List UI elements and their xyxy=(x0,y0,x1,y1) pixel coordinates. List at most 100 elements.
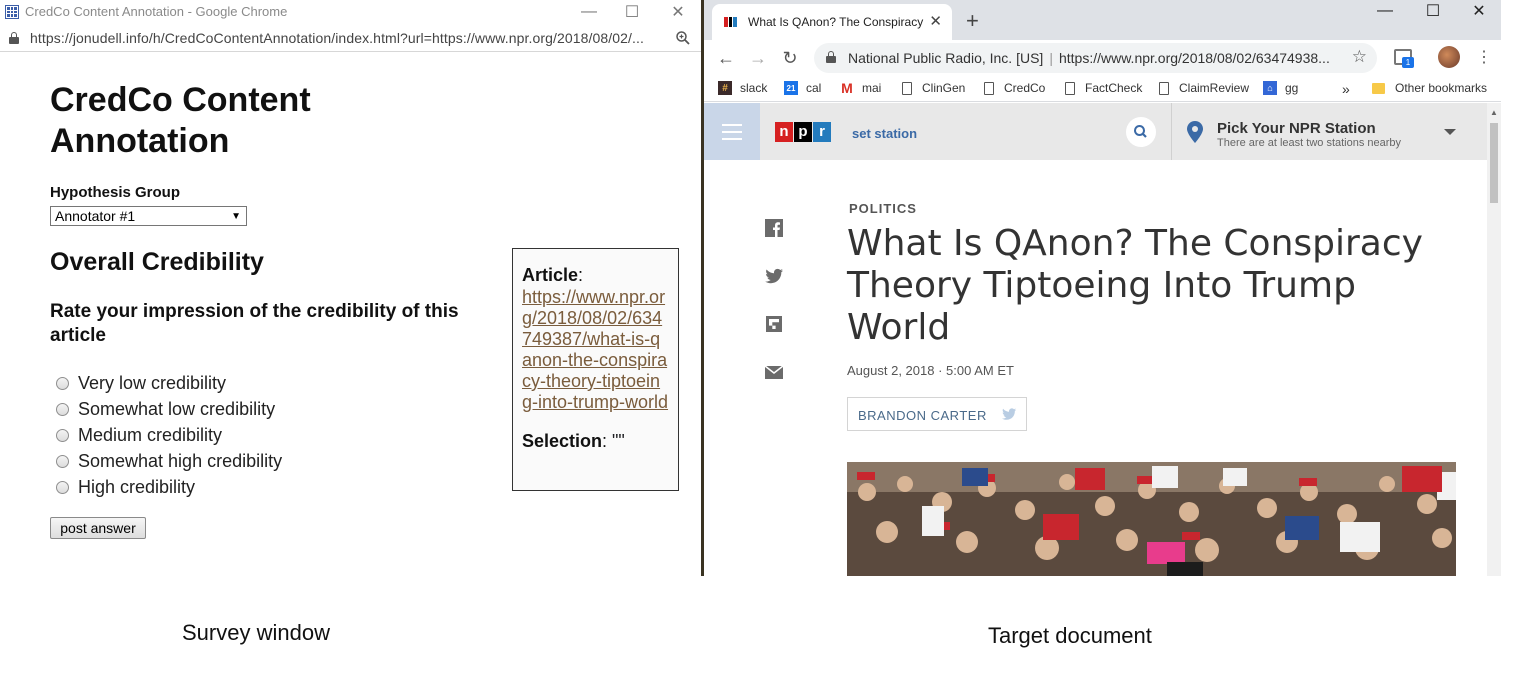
browser-toolbar: ← → ↻ National Public Radio, Inc. [US] | h… xyxy=(704,40,1501,76)
bookmark-mail[interactable]: Mmai xyxy=(840,80,881,96)
gmail-icon: M xyxy=(841,80,853,96)
reload-icon[interactable]: ↻ xyxy=(778,46,802,70)
option-high[interactable]: High credibility xyxy=(56,474,282,500)
survey-address-bar[interactable]: https://jonudell.info/h/CredCoContentAnn… xyxy=(0,24,702,52)
npr-logo[interactable]: n p r xyxy=(775,122,832,142)
flipboard-icon[interactable] xyxy=(764,314,784,334)
page-title: CredCo Content Annotation xyxy=(50,81,311,160)
radio-button[interactable] xyxy=(56,454,69,468)
article-label: Article xyxy=(522,265,579,285)
header-separator xyxy=(1171,103,1172,160)
hamburger-menu-icon[interactable] xyxy=(704,103,760,160)
caption-survey-window: Survey window xyxy=(182,620,330,645)
address-url[interactable]: https://jonudell.info/h/CredCoContentAnn… xyxy=(30,30,644,46)
profile-avatar[interactable] xyxy=(1438,46,1460,68)
back-arrow-icon[interactable]: ← xyxy=(714,46,738,70)
extension-badge: 1 xyxy=(1402,57,1414,68)
option-label: Somewhat high credibility xyxy=(78,450,283,471)
option-somewhat-high[interactable]: Somewhat high credibility xyxy=(56,448,282,474)
option-label: High credibility xyxy=(78,476,196,497)
option-very-low[interactable]: Very low credibility xyxy=(56,370,282,396)
radio-button[interactable] xyxy=(56,376,69,390)
tab-close-icon[interactable]: ✕ xyxy=(929,12,942,30)
email-icon[interactable] xyxy=(764,362,784,382)
lock-icon xyxy=(9,32,19,44)
article-headline: What Is QAnon? The Conspiracy Theory Tip… xyxy=(847,223,1423,348)
pick-station-title[interactable]: Pick Your NPR Station xyxy=(1217,120,1376,137)
close-icon[interactable]: ✕ xyxy=(655,0,701,24)
radio-button[interactable] xyxy=(56,428,69,442)
question-text: Rate your impression of the credibility … xyxy=(50,301,459,346)
bookmark-slack[interactable]: # slack xyxy=(718,81,767,95)
caption-target-document: Target document xyxy=(988,623,1152,648)
bookmark-star-icon[interactable]: ☆ xyxy=(1352,47,1367,67)
article-info-box: Article: https://www.npr.org/2018/08/02/… xyxy=(512,248,679,491)
bookmark-gg[interactable]: ⌂ gg xyxy=(1263,81,1298,95)
scroll-up-icon[interactable]: ▲ xyxy=(1490,108,1498,117)
set-station-link[interactable]: set station xyxy=(852,126,917,141)
bookmark-credco[interactable]: CredCo xyxy=(984,81,1045,95)
bookmark-cal[interactable]: 21 cal xyxy=(784,81,821,95)
bookmark-other[interactable]: Other bookmarks xyxy=(1372,81,1487,95)
selection-label: Selection xyxy=(522,431,603,451)
option-label: Somewhat low credibility xyxy=(78,398,276,419)
bookmarks-overflow[interactable]: » xyxy=(1342,81,1350,97)
forward-arrow-icon[interactable]: → xyxy=(746,46,770,70)
search-icon xyxy=(1134,125,1147,138)
npr-article-page: n p r set station Pick Your NPR Station … xyxy=(704,103,1487,576)
page-icon xyxy=(1065,81,1075,95)
window-title: CredCo Content Annotation - Google Chrom… xyxy=(25,4,288,19)
npr-header: n p r set station Pick Your NPR Station … xyxy=(704,103,1487,160)
twitter-icon[interactable] xyxy=(1000,406,1018,422)
option-somewhat-low[interactable]: Somewhat low credibility xyxy=(56,396,282,422)
location-pin-icon xyxy=(1187,121,1203,143)
lock-icon xyxy=(826,51,836,63)
group-select-value: Annotator #1 xyxy=(55,208,136,224)
option-label: Medium credibility xyxy=(78,424,223,445)
tab-strip: What Is QAnon? The Conspiracy ✕ + — ☐ ✕ xyxy=(704,0,1501,40)
section-kicker[interactable]: POLITICS xyxy=(849,201,917,216)
radio-button[interactable] xyxy=(56,402,69,416)
radio-button[interactable] xyxy=(56,480,69,494)
new-tab-icon[interactable]: + xyxy=(966,8,979,34)
tab-title: What Is QAnon? The Conspiracy xyxy=(748,15,924,29)
zoom-icon[interactable] xyxy=(676,31,690,45)
page-icon xyxy=(1159,81,1169,95)
omnibox-url: https://www.npr.org/2018/08/02/63474938.… xyxy=(1058,50,1330,66)
option-medium[interactable]: Medium credibility xyxy=(56,422,282,448)
scroll-thumb[interactable] xyxy=(1490,123,1498,203)
app-grid-icon xyxy=(5,5,19,19)
twitter-icon[interactable] xyxy=(764,266,784,286)
folder-icon xyxy=(1372,82,1385,94)
selection-row: Selection: "" xyxy=(522,431,625,451)
calendar-icon: 21 xyxy=(784,81,798,95)
bookmark-claimreview[interactable]: ClaimReview xyxy=(1159,81,1249,95)
minimize-icon[interactable]: — xyxy=(1362,0,1408,22)
caret-down-icon[interactable] xyxy=(1444,129,1456,135)
byline-author[interactable]: BRANDON CARTER xyxy=(858,408,987,423)
close-icon[interactable]: ✕ xyxy=(1456,0,1501,22)
maximize-icon[interactable]: ☐ xyxy=(1410,0,1456,22)
bookmark-clingen[interactable]: ClinGen xyxy=(902,81,965,95)
byline-box[interactable]: BRANDON CARTER xyxy=(847,397,1027,431)
section-title: Overall Credibility xyxy=(50,248,264,276)
page-scrollbar[interactable]: ▲ xyxy=(1487,103,1501,576)
survey-window: CredCo Content Annotation - Google Chrom… xyxy=(0,0,702,576)
bookmark-factcheck[interactable]: FactCheck xyxy=(1065,81,1142,95)
search-button[interactable] xyxy=(1126,117,1156,147)
minimize-icon[interactable]: — xyxy=(566,0,612,24)
facebook-icon[interactable] xyxy=(764,218,784,238)
maximize-icon[interactable]: ☐ xyxy=(609,0,655,24)
slack-icon: # xyxy=(718,81,732,95)
omnibox-org: National Public Radio, Inc. [US] xyxy=(848,50,1044,66)
menu-kebab-icon[interactable]: ⋮ xyxy=(1476,47,1492,67)
tab-npr-article[interactable]: What Is QAnon? The Conspiracy ✕ xyxy=(712,4,952,40)
omnibox[interactable]: National Public Radio, Inc. [US] | https:/… xyxy=(814,43,1377,73)
post-answer-button[interactable]: post answer xyxy=(50,517,146,539)
omnibox-text[interactable]: National Public Radio, Inc. [US] | https:/… xyxy=(848,50,1330,66)
article-dateline: August 2, 2018 · 5:00 AM ET xyxy=(847,363,1014,378)
rally-crowd-image xyxy=(847,462,1456,576)
select-arrow-icon: ▼ xyxy=(231,211,241,222)
group-select[interactable]: Annotator #1 ▼ xyxy=(50,206,247,226)
article-link[interactable]: https://www.npr.org/2018/08/02/634749387… xyxy=(522,287,669,413)
